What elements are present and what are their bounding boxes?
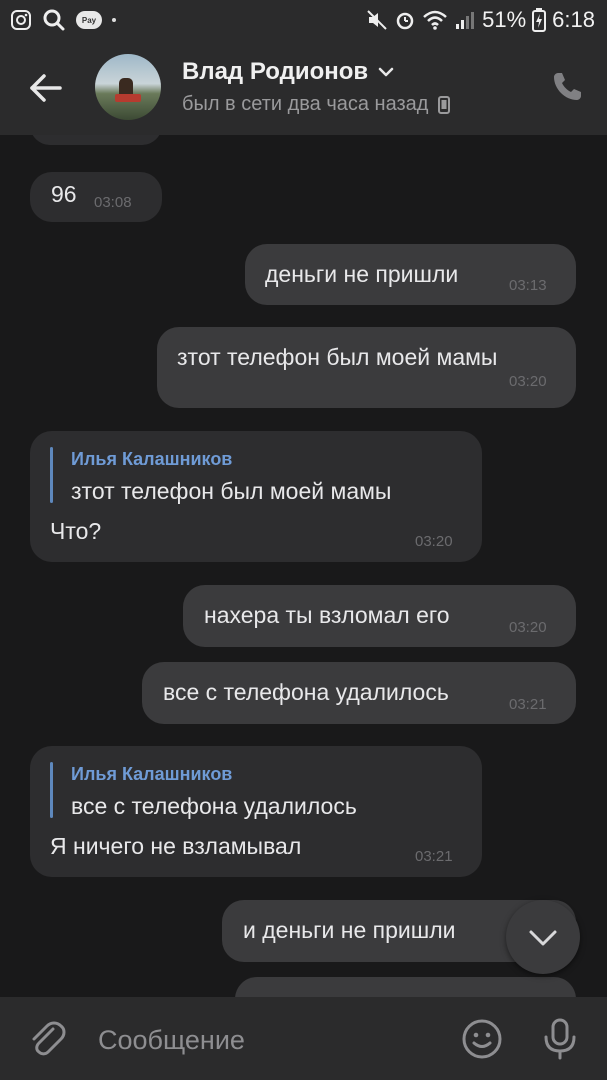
message-composer [0, 997, 607, 1080]
message-text: все с телефона удалилось [163, 679, 449, 705]
message-bubble-outgoing[interactable]: зтот телефон был моей мамы 03:20 [157, 327, 576, 408]
pay-icon: Pay [76, 11, 102, 29]
contact-name: Влад Родионов [182, 58, 369, 85]
message-text: зтот телефон был моей мамы [177, 344, 498, 370]
message-text: Что? [50, 518, 102, 544]
message-bubble-outgoing[interactable]: нахера ты взломал его 03:20 [183, 585, 576, 647]
alarm-icon [396, 12, 414, 30]
scroll-to-bottom-button[interactable] [506, 900, 580, 974]
message-bubble-partial [235, 977, 576, 997]
reply-quote-bar [50, 447, 53, 503]
message-time: 03:20 [415, 533, 453, 550]
last-seen-row: был в сети два часа назад [182, 93, 451, 116]
message-bubble-partial [30, 135, 162, 145]
message-bubble-incoming[interactable]: 96 03:08 [30, 172, 162, 222]
paperclip-icon[interactable] [28, 1019, 66, 1059]
status-bar: Pay 51% 6:18 [0, 0, 607, 40]
reply-quoted-text: все с телефона удалилось [71, 793, 357, 819]
last-seen-status: был в сети два часа назад [182, 93, 429, 115]
avatar-chair [115, 94, 141, 102]
message-text: Я ничего не взламывал [50, 833, 302, 859]
message-text: и деньги не пришли [243, 917, 456, 943]
instagram-icon [11, 10, 31, 30]
message-text: 96 [51, 181, 77, 207]
mute-icon [367, 10, 387, 30]
contact-name-row[interactable]: Влад Родионов [182, 58, 394, 86]
emoji-icon[interactable] [460, 1017, 504, 1061]
signal-icon [456, 12, 475, 29]
message-time: 03:13 [509, 277, 547, 294]
message-bubble-reply[interactable]: Илья Калашников все с телефона удалилось… [30, 746, 482, 877]
back-arrow-icon[interactable] [28, 70, 64, 106]
search-icon [43, 9, 65, 31]
message-bubble-outgoing[interactable]: все с телефона удалилось 03:21 [142, 662, 576, 724]
message-bubble-outgoing[interactable]: деньги не пришли 03:13 [245, 244, 576, 305]
chat-header: Влад Родионов был в сети два часа назад [0, 40, 607, 135]
microphone-icon[interactable] [540, 1017, 580, 1061]
mobile-device-icon [438, 95, 451, 114]
message-bubble-reply[interactable]: Илья Калашников зтот телефон был моей ма… [30, 431, 482, 562]
reply-quoted-text: зтот телефон был моей мамы [71, 478, 392, 504]
message-text: нахера ты взломал его [204, 602, 450, 628]
chevron-down-icon [378, 67, 394, 77]
phone-icon[interactable] [550, 70, 584, 104]
message-input[interactable] [96, 1021, 440, 1059]
system-icons: 51% 6:18 [366, 7, 595, 33]
message-text: деньги не пришли [265, 261, 459, 287]
message-time: 03:21 [415, 848, 453, 865]
reply-author: Илья Калашников [71, 764, 233, 784]
message-time: 03:20 [509, 373, 547, 390]
message-time: 03:20 [509, 619, 547, 636]
wifi-icon [423, 10, 447, 30]
message-list[interactable]: 96 03:08 деньги не пришли 03:13 зтот тел… [0, 135, 607, 997]
reply-author: Илья Калашников [71, 449, 233, 469]
reply-quote-bar [50, 762, 53, 818]
notification-icons: Pay [10, 8, 116, 32]
message-time: 03:21 [509, 696, 547, 713]
message-time: 03:08 [94, 194, 132, 211]
more-notifications-dot [112, 18, 116, 22]
battery-charging-icon [532, 8, 547, 32]
clock: 6:18 [552, 7, 595, 32]
battery-percent: 51% [482, 7, 527, 32]
chevron-down-icon [529, 930, 557, 946]
avatar[interactable] [95, 54, 161, 120]
